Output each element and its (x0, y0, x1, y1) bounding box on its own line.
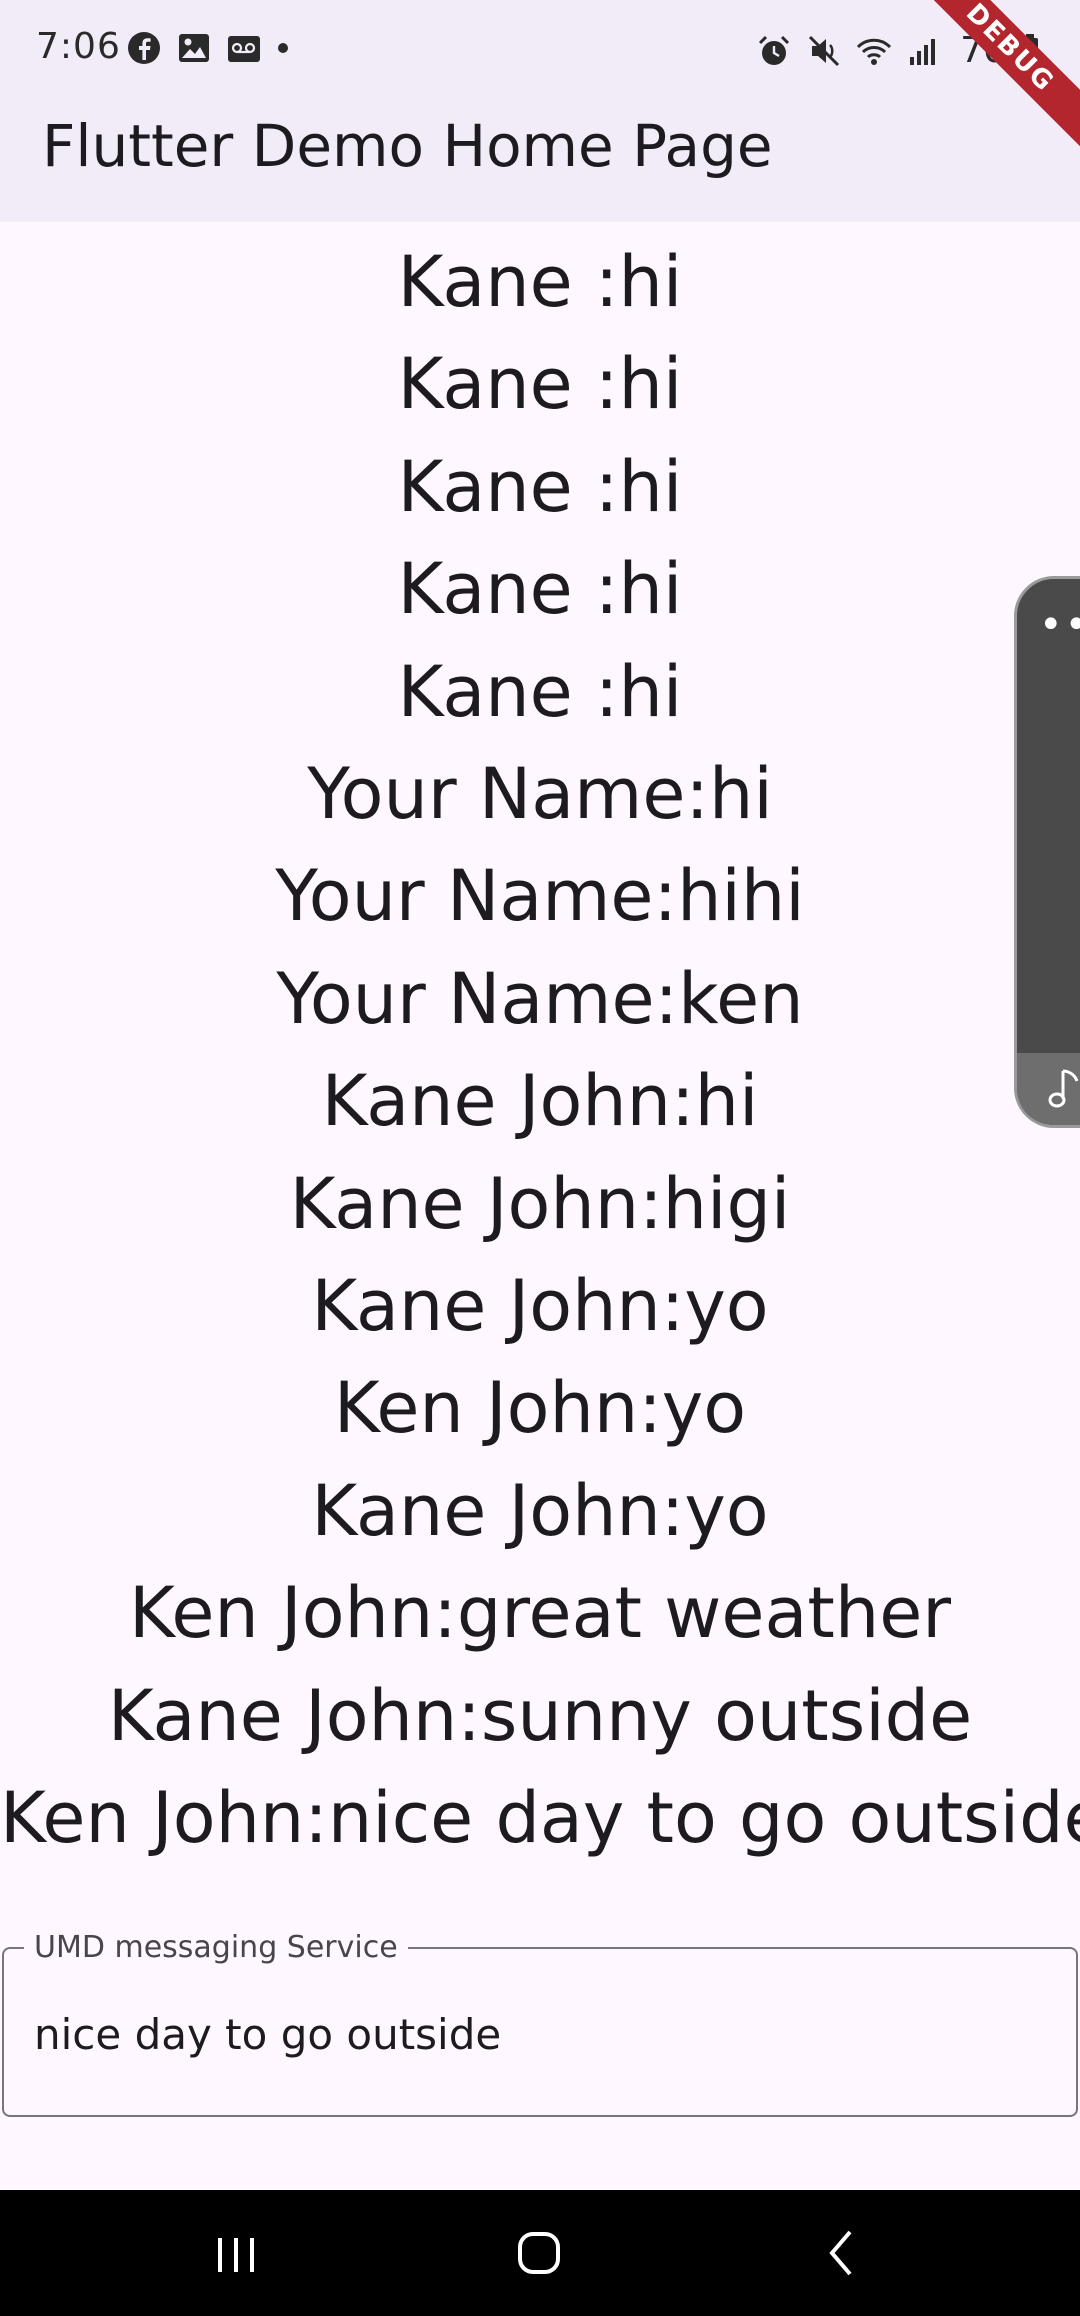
alarm-icon (759, 35, 790, 65)
mute-icon (809, 35, 840, 66)
message-input[interactable] (34, 1949, 1034, 2119)
back-button[interactable] (802, 2218, 882, 2288)
message-item: Ken John:nice day to go outside (0, 1777, 1080, 1859)
message-item: Your Name:ken (276, 957, 804, 1040)
message-item: Kane :hi (397, 650, 683, 733)
message-item: Kane John:yo (311, 1265, 769, 1347)
signal-icon (910, 38, 936, 65)
message-item: Kane John:hi (321, 1060, 759, 1143)
dot-icon (278, 43, 288, 53)
system-navigation-bar (0, 2190, 1080, 2316)
message-item: Kane :hi (397, 343, 683, 426)
wifi-icon (857, 38, 892, 65)
message-item: Your Name:hihi (275, 855, 805, 938)
message-text-field[interactable]: UMD messaging Service (2, 1929, 1078, 2119)
status-bar: 7:06 70 (0, 0, 1080, 96)
app-screen: 7:06 70 Flutter Demo Home Page DEBUG Kan… (0, 0, 1080, 2316)
page-title: Flutter Demo Home Page (42, 112, 773, 180)
recent-apps-button[interactable] (196, 2218, 276, 2288)
message-item: Kane John:higi (289, 1162, 791, 1245)
side-panel-footer (1017, 1053, 1080, 1125)
message-item: Ken John:yo (333, 1367, 747, 1450)
more-dots-icon[interactable]: ••• (1039, 605, 1080, 645)
gallery-icon (179, 34, 209, 62)
status-time: 7:06 (36, 26, 121, 67)
message-item: Your Name:hi (307, 753, 773, 835)
message-item: Ken John:great weather (128, 1572, 952, 1655)
app-header: 7:06 70 Flutter Demo Home Page (0, 0, 1080, 222)
message-item: Kane John:yo (311, 1469, 769, 1552)
message-item: Kane :hi (397, 241, 683, 323)
message-item: Kane John:sunny outside (107, 1674, 973, 1757)
message-item: Kane :hi (397, 548, 683, 631)
music-note-icon[interactable] (1047, 1067, 1080, 1111)
message-list[interactable]: Kane :hi Kane :hi Kane :hi Kane :hi Kane :hi… (0, 222, 1080, 1862)
voicemail-icon (228, 36, 260, 62)
home-button[interactable] (500, 2218, 580, 2288)
floating-side-panel[interactable]: ••• (1014, 576, 1080, 1128)
message-item: Kane :hi (397, 445, 683, 528)
facebook-icon (128, 32, 160, 64)
notification-icons (126, 30, 290, 66)
